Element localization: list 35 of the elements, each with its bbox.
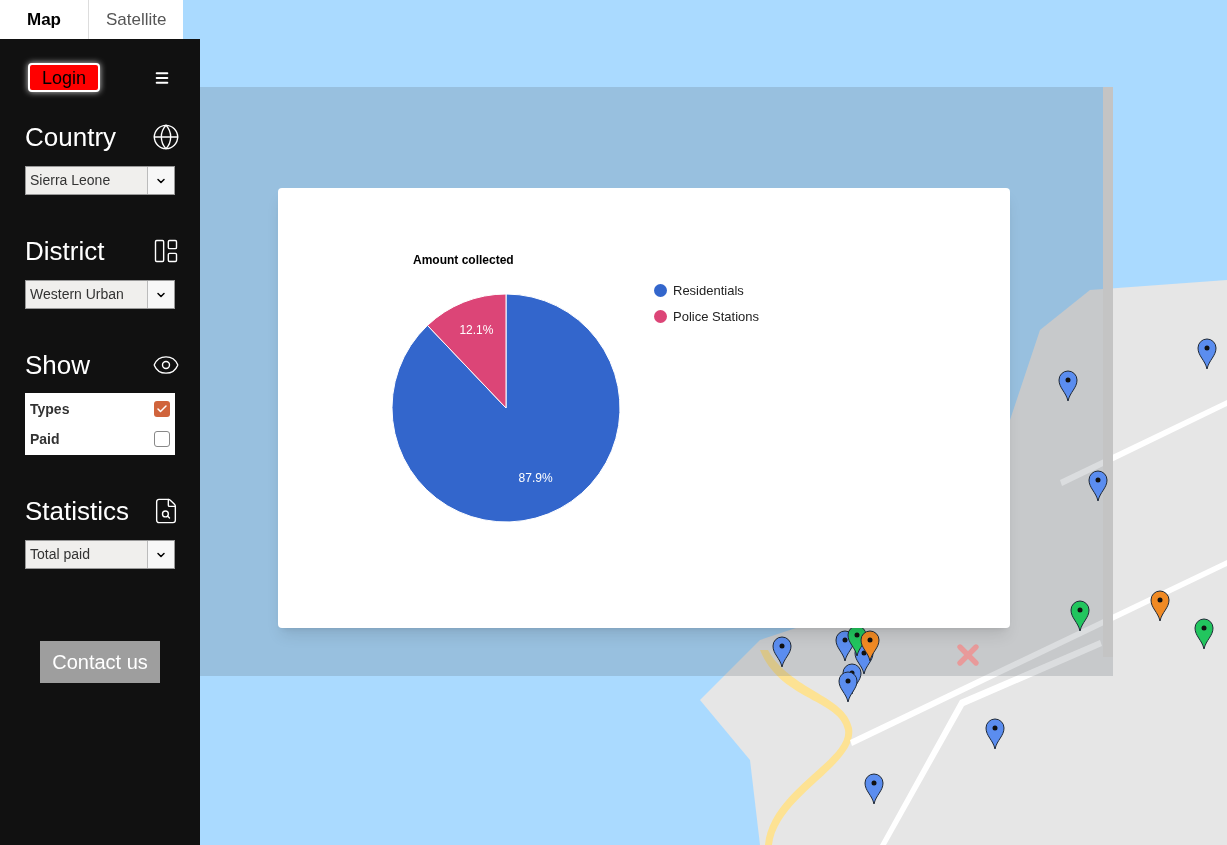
map-pin-icon[interactable] — [1058, 370, 1078, 402]
scrollbar[interactable] — [1103, 87, 1113, 657]
option-label: Types — [30, 399, 70, 419]
section-title: District — [25, 238, 105, 264]
legend-label: Residentials — [673, 282, 744, 300]
section-title: Statistics — [25, 498, 130, 524]
dropdown[interactable]: Total paid — [25, 540, 175, 569]
slice-label: 12.1% — [459, 322, 494, 337]
dropdown[interactable]: Western Urban — [25, 280, 175, 309]
dropdown[interactable]: Sierra Leone — [25, 166, 175, 195]
map-pin-icon[interactable] — [1070, 600, 1090, 632]
section-title: Show — [25, 352, 91, 378]
checkbox[interactable] — [154, 431, 170, 447]
map-pin-icon[interactable] — [1197, 338, 1217, 370]
layout-icon — [152, 237, 180, 265]
map-pin-icon[interactable] — [1150, 590, 1170, 622]
map-pin-icon[interactable] — [1194, 618, 1214, 650]
checkbox[interactable] — [154, 401, 170, 417]
map-pin-icon[interactable] — [1088, 470, 1108, 502]
chart-title: Amount collected — [413, 252, 515, 269]
check-icon — [156, 403, 168, 415]
login-button[interactable]: Login — [28, 63, 100, 92]
map-type-tab[interactable]: Map — [0, 0, 88, 39]
option-label: Paid — [30, 429, 60, 449]
map-pin-icon[interactable] — [985, 718, 1005, 750]
legend-label: Police Stations — [673, 307, 759, 326]
map-pin-icon[interactable] — [864, 773, 884, 805]
map-pin-icon[interactable] — [860, 630, 880, 662]
globe-icon — [152, 123, 180, 151]
map-type-tab[interactable]: Satellite — [88, 0, 184, 39]
map-pin-icon[interactable] — [838, 671, 858, 703]
slice-label: 87.9% — [518, 471, 553, 486]
menu-icon[interactable] — [154, 69, 170, 86]
section-title: Country — [25, 124, 117, 150]
map-pin-icon[interactable] — [772, 636, 792, 668]
